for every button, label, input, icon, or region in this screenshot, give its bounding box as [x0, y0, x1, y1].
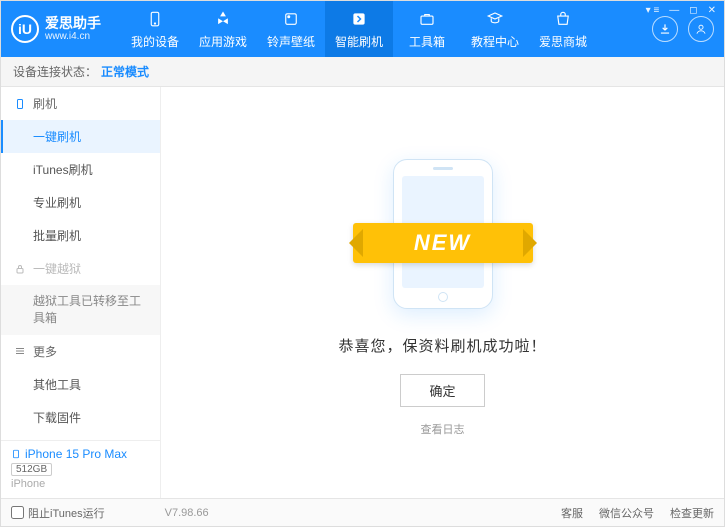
download-button[interactable] [652, 16, 678, 42]
toolbox-icon [417, 9, 437, 29]
nav-ringtone-wallpaper[interactable]: 铃声壁纸 [257, 1, 325, 57]
sidebar-item-batch-flash[interactable]: 批量刷机 [1, 219, 160, 252]
status-prefix: 设备连接状态： [13, 63, 97, 80]
sidebar-item-itunes-flash[interactable]: iTunes刷机 [1, 153, 160, 186]
footer-links: 客服 微信公众号 检查更新 [561, 505, 714, 521]
ringtone-icon [281, 9, 301, 29]
checkbox-block-itunes[interactable]: 阻止iTunes运行 [11, 505, 105, 521]
nav-toolbox[interactable]: 工具箱 [393, 1, 461, 57]
main-content: NEW 恭喜您，保资料刷机成功啦！ 确定 查看日志 [161, 87, 724, 498]
success-message: 恭喜您，保资料刷机成功啦！ [338, 335, 546, 356]
checkbox-block-itunes-input[interactable] [11, 506, 24, 519]
device-block[interactable]: iPhone 15 Pro Max 512GB iPhone [1, 440, 160, 498]
sidebar-jailbreak-note: 越狱工具已转移至工具箱 [1, 285, 160, 335]
footer-link-support[interactable]: 客服 [561, 505, 583, 521]
lock-icon [13, 262, 27, 276]
view-log-link[interactable]: 查看日志 [421, 421, 465, 437]
new-ribbon: NEW [353, 223, 533, 263]
sidebar-item-download-firmware[interactable]: 下载固件 [1, 401, 160, 434]
sidebar-group-jailbreak: 一键越狱 [1, 252, 160, 285]
sidebar-item-pro-flash[interactable]: 专业刷机 [1, 186, 160, 219]
app-title: 爱思助手 [45, 15, 101, 32]
sidebar-item-onekey-flash[interactable]: 一键刷机 [1, 120, 160, 153]
version-label: V7.98.66 [165, 507, 209, 519]
menu-icon[interactable]: ▾ ≡ [646, 5, 660, 16]
ok-button[interactable]: 确定 [400, 374, 484, 407]
sidebar-group-more[interactable]: 更多 [1, 335, 160, 368]
success-illustration: NEW [343, 149, 543, 319]
flash-icon [349, 9, 369, 29]
store-icon [553, 9, 573, 29]
nav-store[interactable]: 爱思商城 [529, 1, 597, 57]
minimize-icon[interactable]: — [669, 5, 679, 16]
logo: iU 爱思助手 www.i4.cn [11, 15, 101, 44]
header: ▾ ≡ — ◻ ✕ iU 爱思助手 www.i4.cn 我的设备 应用游戏 铃声 [1, 1, 724, 57]
close-icon[interactable]: ✕ [708, 5, 716, 16]
device-storage: 512GB [11, 463, 52, 476]
footer: 阻止iTunes运行 V7.98.66 客服 微信公众号 检查更新 [1, 498, 724, 526]
sidebar-item-other-tools[interactable]: 其他工具 [1, 368, 160, 401]
tutorial-icon [485, 9, 505, 29]
device-type: iPhone [11, 478, 150, 490]
sidebar-group-flash[interactable]: 刷机 [1, 87, 160, 120]
sidebar: 刷机 一键刷机 iTunes刷机 专业刷机 批量刷机 一键越狱 越狱工具已转移至… [1, 87, 161, 498]
maximize-icon[interactable]: ◻ [689, 5, 697, 16]
app-url: www.i4.cn [45, 31, 101, 43]
footer-link-wechat[interactable]: 微信公众号 [599, 505, 654, 521]
user-button[interactable] [688, 16, 714, 42]
more-icon [13, 344, 27, 358]
top-nav: 我的设备 应用游戏 铃声壁纸 智能刷机 工具箱 教程中心 [121, 1, 597, 57]
phone-icon [11, 447, 21, 461]
device-name: iPhone 15 Pro Max [11, 447, 150, 461]
footer-link-update[interactable]: 检查更新 [670, 505, 714, 521]
apps-icon [213, 9, 233, 29]
nav-apps-games[interactable]: 应用游戏 [189, 1, 257, 57]
logo-icon: iU [11, 15, 39, 43]
nav-tutorials[interactable]: 教程中心 [461, 1, 529, 57]
nav-smart-flash[interactable]: 智能刷机 [325, 1, 393, 57]
status-mode: 正常模式 [101, 63, 149, 80]
flash-group-icon [13, 97, 27, 111]
window-controls: ▾ ≡ — ◻ ✕ [646, 5, 716, 16]
device-icon [145, 9, 165, 29]
status-bar: 设备连接状态： 正常模式 [1, 57, 724, 87]
nav-my-device[interactable]: 我的设备 [121, 1, 189, 57]
